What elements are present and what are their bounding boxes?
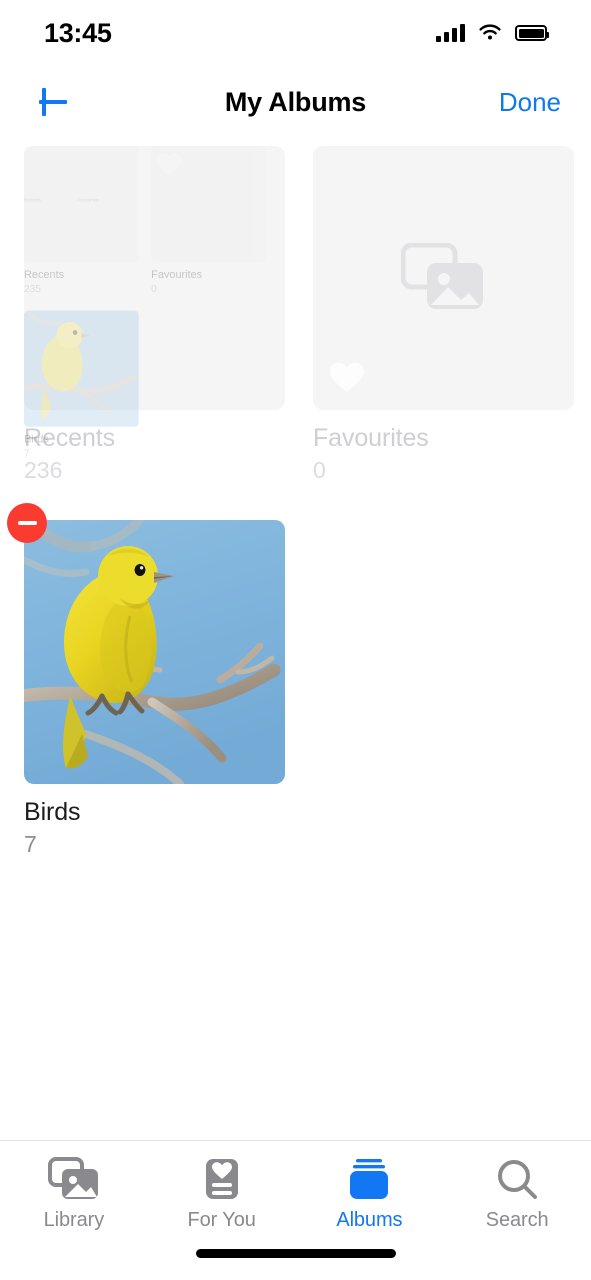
album-count: 0: [313, 457, 326, 483]
album-title: Birds: [24, 798, 81, 826]
album-card-favourites[interactable]: Favourites 0: [313, 146, 574, 484]
navigation-bar: My Albums Done: [0, 66, 591, 138]
album-card-recents[interactable]: Recents 236: [24, 146, 285, 484]
tab-search[interactable]: Search: [443, 1157, 591, 1232]
bird-photo: [24, 520, 285, 784]
tab-label: Library: [43, 1209, 105, 1231]
album-row-1: Recents 236 Favourites 0: [24, 146, 574, 484]
tab-label: Albums: [336, 1209, 403, 1231]
tab-library[interactable]: Library: [0, 1157, 148, 1232]
home-indicator: [195, 1249, 396, 1258]
tab-bar: Library For You Albums Search: [0, 1140, 591, 1280]
photo-stack-icon: [47, 1157, 98, 1199]
album-count: 236: [24, 457, 63, 483]
album-thumbnail-favourites[interactable]: [313, 146, 574, 410]
heart-card-icon: [205, 1159, 238, 1199]
status-icons: [436, 24, 549, 42]
album-count: 7: [24, 831, 37, 857]
tab-label: For You: [187, 1209, 256, 1231]
done-button[interactable]: Done: [499, 87, 561, 118]
album-row-2: Birds 7: [7, 503, 567, 858]
tab-albums[interactable]: Albums: [296, 1157, 444, 1232]
tab-for-you[interactable]: For You: [148, 1157, 296, 1232]
battery-full-icon: [515, 25, 549, 41]
photos-app-screen: 13:45 My Albums Done Recents 236 Favouri…: [0, 0, 591, 1280]
magnifier-icon: [498, 1160, 538, 1199]
photo-placeholder-icon: [400, 243, 483, 309]
heart-icon: [330, 362, 364, 392]
album-thumbnail-birds[interactable]: [24, 520, 285, 784]
album-card-birds[interactable]: Birds 7: [7, 503, 285, 858]
album-thumbnail-recents[interactable]: [24, 146, 285, 410]
album-grid: Recents 236 Favourites 0 Birds 7: [0, 146, 591, 858]
tab-label: Search: [485, 1209, 549, 1231]
remove-album-button[interactable]: [7, 503, 47, 543]
status-bar: 13:45: [0, 0, 591, 66]
cellular-signal-icon: [436, 24, 465, 42]
album-title: Favourites: [313, 424, 429, 452]
add-album-button[interactable]: [30, 79, 76, 125]
wifi-icon: [479, 24, 501, 40]
minus-icon: [17, 521, 37, 525]
album-title: Recents: [24, 424, 116, 452]
albums-book-icon: [350, 1159, 389, 1199]
status-time: 13:45: [44, 17, 112, 48]
